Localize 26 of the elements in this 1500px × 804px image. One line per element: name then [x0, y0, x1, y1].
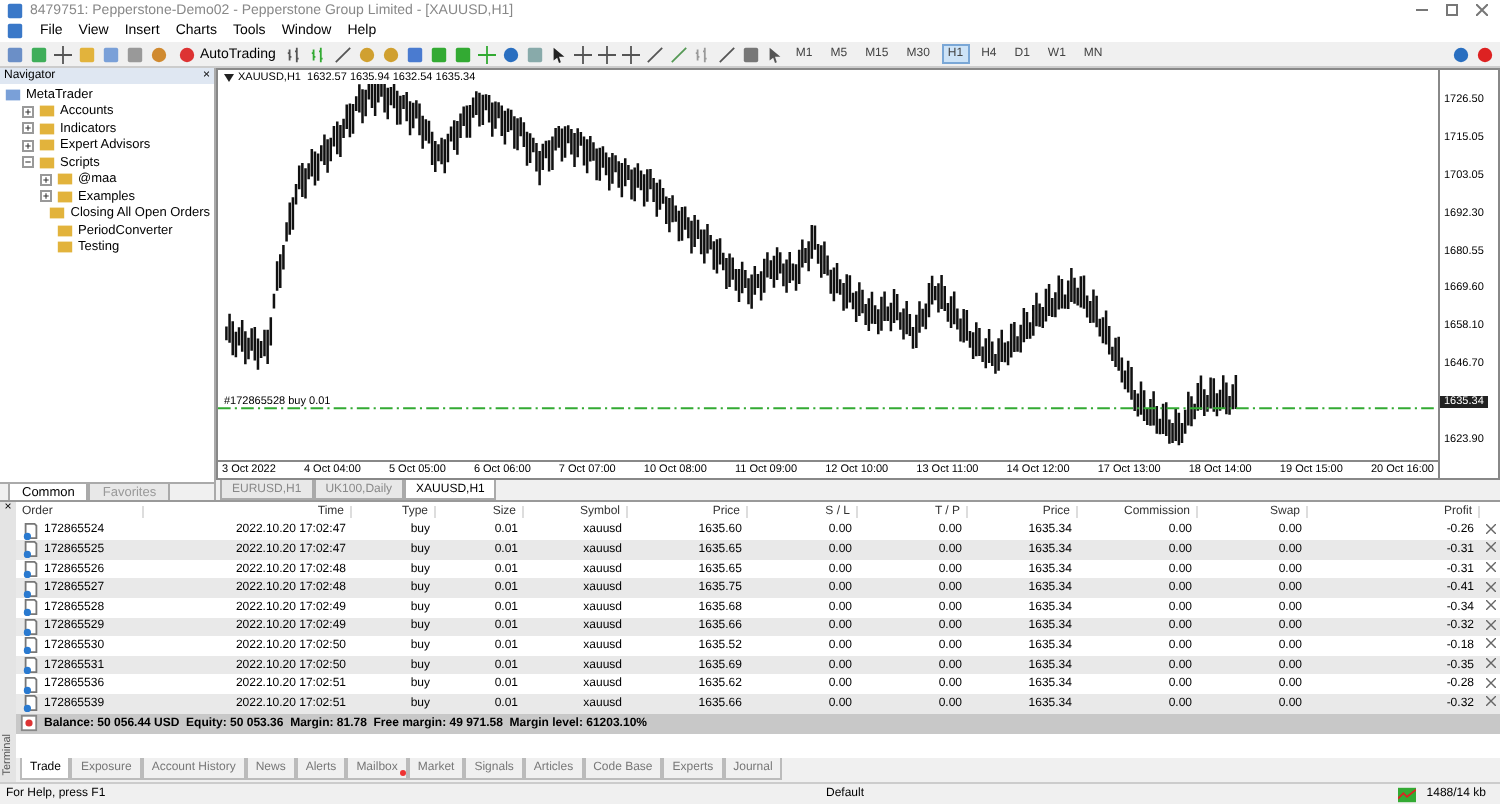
expand-icon[interactable] — [22, 122, 34, 135]
close-order-button[interactable] — [1480, 677, 1500, 692]
collapse-icon[interactable] — [22, 156, 34, 169]
expand-icon[interactable] — [22, 105, 34, 118]
trendline-icon[interactable] — [645, 45, 664, 63]
close-order-button[interactable] — [1480, 658, 1500, 673]
close-order-button[interactable] — [1480, 523, 1500, 538]
dropdown-icon[interactable] — [224, 74, 234, 82]
close-order-button[interactable] — [1480, 619, 1500, 634]
close-order-button[interactable] — [1480, 562, 1500, 577]
expand-icon[interactable] — [40, 190, 52, 203]
close-order-button[interactable] — [1480, 581, 1500, 596]
bar-chart-icon[interactable] — [285, 45, 304, 63]
cursor-icon[interactable] — [549, 45, 568, 63]
close-order-button[interactable] — [1480, 542, 1500, 557]
maximize-icon[interactable] — [1440, 2, 1464, 18]
close-order-button[interactable] — [1480, 696, 1500, 711]
line-chart-icon[interactable] — [333, 45, 352, 63]
close-order-button[interactable] — [1480, 638, 1500, 653]
close-order-button[interactable] — [1480, 600, 1500, 615]
expand-icon[interactable] — [22, 139, 34, 152]
close-icon[interactable] — [1470, 2, 1494, 18]
expand-icon[interactable] — [40, 173, 52, 186]
connection-icon — [1398, 785, 1417, 803]
crosshair-icon[interactable] — [54, 45, 72, 63]
crosshair-icon[interactable] — [573, 45, 592, 63]
